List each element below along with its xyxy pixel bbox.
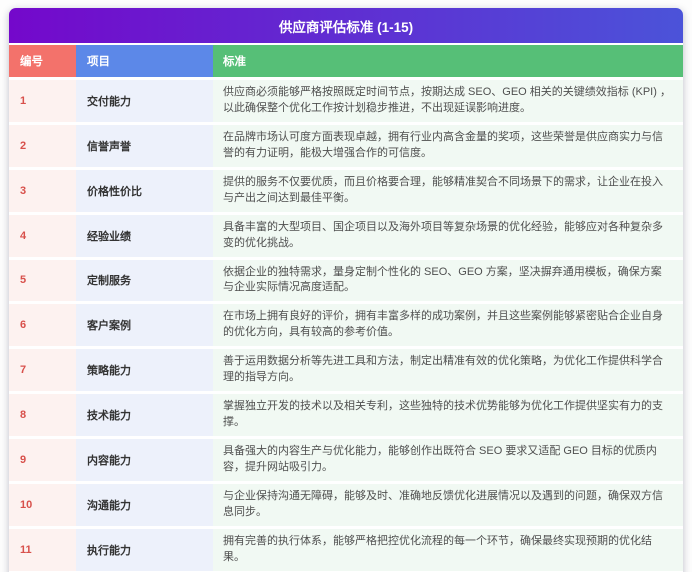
table-title-bar: 供应商评估标准 (1-15) [9, 8, 683, 43]
row-number-cell: 2 [9, 125, 76, 167]
table-row: 4 经验业绩 具备丰富的大型项目、国企项目以及海外项目等复杂场景的优化经验，能够… [9, 215, 683, 257]
row-number-cell: 1 [9, 80, 76, 122]
row-item-cell: 定制服务 [76, 260, 213, 302]
row-number-cell: 11 [9, 529, 76, 571]
column-header-item: 项目 [76, 45, 213, 77]
row-item-cell: 执行能力 [76, 529, 213, 571]
row-standard-cell: 依据企业的独特需求，量身定制个性化的 SEO、GEO 方案，坚决摒弃通用模板，确… [213, 260, 683, 302]
row-standard-cell: 具备丰富的大型项目、国企项目以及海外项目等复杂场景的优化经验，能够应对各种复杂多… [213, 215, 683, 257]
table-row: 7 策略能力 善于运用数据分析等先进工具和方法，制定出精准有效的优化策略，为优化… [9, 349, 683, 391]
row-item-cell: 策略能力 [76, 349, 213, 391]
row-standard-cell: 提供的服务不仅要优质，而且价格要合理，能够精准契合不同场景下的需求，让企业在投入… [213, 170, 683, 212]
row-standard-cell: 在品牌市场认可度方面表现卓越，拥有行业内高含金量的奖项，这些荣誉是供应商实力与信… [213, 125, 683, 167]
table-row: 11 执行能力 拥有完善的执行体系，能够严格把控优化流程的每一个环节，确保最终实… [9, 529, 683, 571]
row-item-cell: 经验业绩 [76, 215, 213, 257]
row-standard-cell: 与企业保持沟通无障碍，能够及时、准确地反馈优化进展情况以及遇到的问题，确保双方信… [213, 484, 683, 526]
row-number-cell: 3 [9, 170, 76, 212]
table-body: 1 交付能力 供应商必须能够严格按照既定时间节点，按期达成 SEO、GEO 相关… [9, 80, 683, 572]
table-header-row: 编号 项目 标准 [9, 45, 683, 77]
row-standard-cell: 在市场上拥有良好的评价，拥有丰富多样的成功案例，并且这些案例能够紧密贴合企业自身… [213, 304, 683, 346]
table-row: 5 定制服务 依据企业的独特需求，量身定制个性化的 SEO、GEO 方案，坚决摒… [9, 260, 683, 302]
row-standard-cell: 掌握独立开发的技术以及相关专利，这些独特的技术优势能够为优化工作提供坚实有力的支… [213, 394, 683, 436]
row-item-cell: 沟通能力 [76, 484, 213, 526]
supplier-evaluation-card: 供应商评估标准 (1-15) 编号 项目 标准 1 交付能力 供应商必须能够严格… [9, 8, 683, 572]
table-title: 供应商评估标准 (1-15) [279, 20, 413, 35]
row-number-cell: 7 [9, 349, 76, 391]
row-item-cell: 内容能力 [76, 439, 213, 481]
row-standard-cell: 供应商必须能够严格按照既定时间节点，按期达成 SEO、GEO 相关的关键绩效指标… [213, 80, 683, 122]
row-item-cell: 交付能力 [76, 80, 213, 122]
table-row: 8 技术能力 掌握独立开发的技术以及相关专利，这些独特的技术优势能够为优化工作提… [9, 394, 683, 436]
row-standard-cell: 拥有完善的执行体系，能够严格把控优化流程的每一个环节，确保最终实现预期的优化结果… [213, 529, 683, 571]
row-standard-cell: 善于运用数据分析等先进工具和方法，制定出精准有效的优化策略，为优化工作提供科学合… [213, 349, 683, 391]
row-number-cell: 5 [9, 260, 76, 302]
row-number-cell: 9 [9, 439, 76, 481]
row-item-cell: 技术能力 [76, 394, 213, 436]
row-item-cell: 信誉声誉 [76, 125, 213, 167]
row-number-cell: 8 [9, 394, 76, 436]
table-row: 6 客户案例 在市场上拥有良好的评价，拥有丰富多样的成功案例，并且这些案例能够紧… [9, 304, 683, 346]
row-number-cell: 10 [9, 484, 76, 526]
row-number-cell: 6 [9, 304, 76, 346]
row-standard-cell: 具备强大的内容生产与优化能力，能够创作出既符合 SEO 要求又适配 GEO 目标… [213, 439, 683, 481]
row-item-cell: 客户案例 [76, 304, 213, 346]
row-number-cell: 4 [9, 215, 76, 257]
table-row: 2 信誉声誉 在品牌市场认可度方面表现卓越，拥有行业内高含金量的奖项，这些荣誉是… [9, 125, 683, 167]
row-item-cell: 价格性价比 [76, 170, 213, 212]
column-header-number: 编号 [9, 45, 76, 77]
table-row: 1 交付能力 供应商必须能够严格按照既定时间节点，按期达成 SEO、GEO 相关… [9, 80, 683, 122]
table-row: 3 价格性价比 提供的服务不仅要优质，而且价格要合理，能够精准契合不同场景下的需… [9, 170, 683, 212]
table-row: 10 沟通能力 与企业保持沟通无障碍，能够及时、准确地反馈优化进展情况以及遇到的… [9, 484, 683, 526]
table-row: 9 内容能力 具备强大的内容生产与优化能力，能够创作出既符合 SEO 要求又适配… [9, 439, 683, 481]
column-header-standard: 标准 [213, 45, 683, 77]
